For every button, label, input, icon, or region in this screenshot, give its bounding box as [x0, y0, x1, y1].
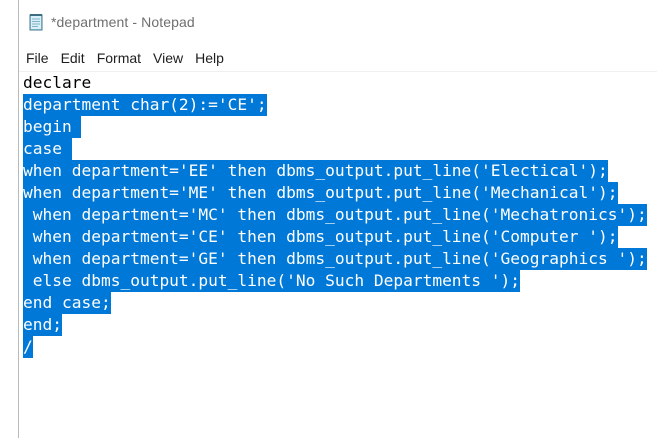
code-line-text: declare — [23, 73, 92, 92]
code-line-text: when department='ME' then dbms_output.pu… — [23, 182, 618, 204]
code-line-text: case — [23, 138, 72, 160]
code-line[interactable]: when department='ME' then dbms_output.pu… — [19, 182, 618, 204]
code-line-text: when department='EE' then dbms_output.pu… — [23, 160, 608, 182]
menu-bar: File Edit Format View Help — [19, 44, 657, 72]
code-line[interactable]: case — [19, 138, 72, 160]
code-line[interactable]: when department='GE' then dbms_output.pu… — [19, 248, 647, 270]
code-line-text: else dbms_output.put_line('No Such Depar… — [23, 270, 521, 292]
menu-edit[interactable]: Edit — [56, 47, 90, 69]
menu-file[interactable]: File — [21, 47, 54, 69]
code-line-text: when department='CE' then dbms_output.pu… — [23, 226, 618, 248]
code-line-text: / — [23, 336, 33, 358]
menu-format[interactable]: Format — [92, 47, 146, 69]
window-title: *department - Notepad — [51, 14, 195, 30]
code-line[interactable]: begin — [19, 116, 82, 138]
code-content[interactable]: declare department char(2):='CE'; begin ca… — [19, 72, 657, 358]
code-line-text: department char(2):='CE'; — [23, 94, 267, 116]
title-bar[interactable]: *department - Notepad — [19, 0, 657, 44]
menu-view[interactable]: View — [148, 47, 188, 69]
notepad-icon — [27, 13, 45, 31]
code-line[interactable]: when department='CE' then dbms_output.pu… — [19, 226, 618, 248]
notepad-window: *department - Notepad File Edit Format V… — [18, 0, 657, 438]
menu-help[interactable]: Help — [190, 47, 229, 69]
code-line-text: when department='GE' then dbms_output.pu… — [23, 248, 647, 270]
code-line[interactable]: else dbms_output.put_line('No Such Depar… — [19, 270, 521, 292]
code-line-text: end; — [23, 314, 62, 336]
code-line[interactable]: when department='EE' then dbms_output.pu… — [19, 160, 608, 182]
code-line-text: begin — [23, 116, 82, 138]
code-line[interactable]: end case; — [19, 292, 111, 314]
text-editor[interactable]: declare department char(2):='CE'; begin ca… — [19, 72, 657, 438]
code-line[interactable]: department char(2):='CE'; — [19, 94, 267, 116]
code-line[interactable]: end; — [19, 314, 62, 336]
code-line-text: end case; — [23, 292, 111, 314]
code-line[interactable]: declare — [19, 72, 91, 94]
code-line-text: when department='MC' then dbms_output.pu… — [23, 204, 647, 226]
code-line[interactable]: / — [19, 336, 33, 358]
code-line[interactable]: when department='MC' then dbms_output.pu… — [19, 204, 647, 226]
desktop-background — [0, 0, 18, 438]
